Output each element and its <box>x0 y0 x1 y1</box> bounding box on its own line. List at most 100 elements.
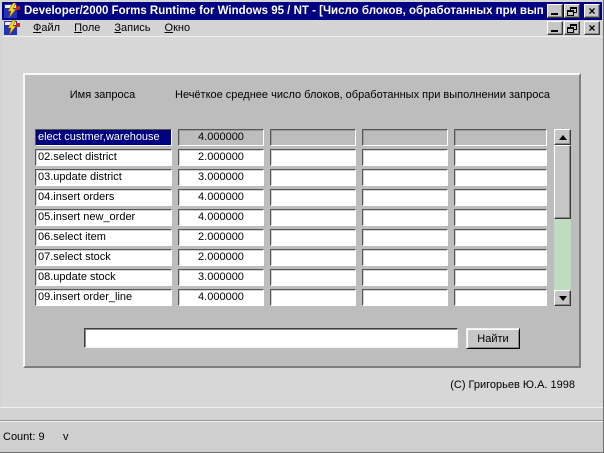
value-cell-1[interactable]: 4.000000 <box>178 289 264 306</box>
child-restore-button[interactable] <box>564 21 580 35</box>
form-canvas: Имя запроса Нечёткое среднее число блоко… <box>23 73 581 368</box>
fuzzy-average-header: Нечёткое среднее число блоков, обработан… <box>175 89 550 101</box>
query-name-cell[interactable]: 02.select district <box>35 149 172 166</box>
restore-icon <box>567 6 577 16</box>
value-cell-2[interactable] <box>270 209 356 226</box>
restore-button[interactable] <box>564 4 580 18</box>
menu-item-record-label: апись <box>121 22 151 34</box>
window-controls: × <box>547 4 600 18</box>
value-cell-2[interactable] <box>270 249 356 266</box>
value-cell-3[interactable] <box>362 129 448 146</box>
value-cell-1[interactable]: 4.000000 <box>178 209 264 226</box>
document-icon[interactable] <box>4 20 20 36</box>
message-line <box>0 407 603 421</box>
value-cell-3[interactable] <box>362 169 448 186</box>
value-cell-3[interactable] <box>362 289 448 306</box>
query-name-cell[interactable]: 05.insert new_order <box>35 209 172 226</box>
menu-item-record[interactable]: Запись <box>107 21 157 35</box>
value-cell-4[interactable] <box>454 229 547 246</box>
child-minimize-button[interactable] <box>547 21 563 35</box>
mdi-child-controls: × <box>547 21 600 35</box>
scrollbar-down-button[interactable] <box>554 290 571 306</box>
table-row: 02.select district 2.000000 <box>25 149 579 166</box>
table-row: 06.select item 2.000000 <box>25 229 579 246</box>
value-cell-1[interactable]: 2.000000 <box>178 249 264 266</box>
query-name-cell[interactable]: 03.update district <box>35 169 172 186</box>
value-cell-4[interactable] <box>454 289 547 306</box>
value-cell-3[interactable] <box>362 229 448 246</box>
restore-icon <box>567 23 577 33</box>
record-count-label: Count: 9 <box>3 431 45 443</box>
application-window: Developer/2000 Forms Runtime for Windows… <box>0 0 604 453</box>
value-cell-4[interactable] <box>454 209 547 226</box>
value-cell-1[interactable]: 3.000000 <box>178 169 264 186</box>
records-scrollbar[interactable] <box>554 129 571 306</box>
value-cell-4[interactable] <box>454 149 547 166</box>
value-cell-2[interactable] <box>270 129 356 146</box>
window-title: Developer/2000 Forms Runtime for Windows… <box>24 5 543 17</box>
value-cell-2[interactable] <box>270 149 356 166</box>
triangle-down-icon <box>558 295 567 301</box>
mdi-workspace: Имя запроса Нечёткое среднее число блоко… <box>2 36 602 407</box>
minimize-icon <box>551 13 558 15</box>
minimize-button[interactable] <box>547 4 563 18</box>
find-button[interactable]: Найти <box>466 328 520 349</box>
query-name-cell[interactable]: 06.select item <box>35 229 172 246</box>
menu-item-field[interactable]: Поле <box>67 21 107 35</box>
copyright-label: (С) Григорьев Ю.А. 1998 <box>450 379 575 391</box>
value-cell-1[interactable]: 4.000000 <box>178 129 264 146</box>
menu-item-file-label: айл <box>41 22 61 34</box>
query-name-cell[interactable]: elect custmer,warehouse <box>35 129 172 146</box>
scrollbar-thumb[interactable] <box>554 145 571 219</box>
menu-bar: Файл Поле Запись Окно × <box>2 20 602 36</box>
query-name-cell[interactable]: 04.insert orders <box>35 189 172 206</box>
app-icon <box>4 3 20 19</box>
table-row: 08.update stock 3.000000 <box>25 269 579 286</box>
menu-item-window[interactable]: Окно <box>158 21 198 35</box>
query-name-cell[interactable]: 07.select stock <box>35 249 172 266</box>
close-icon: × <box>588 21 596 35</box>
title-bar: Developer/2000 Forms Runtime for Windows… <box>2 2 602 20</box>
value-cell-2[interactable] <box>270 289 356 306</box>
menu-item-field-label: оле <box>81 22 101 34</box>
value-cell-2[interactable] <box>270 229 356 246</box>
triangle-up-icon <box>558 134 567 140</box>
value-cell-3[interactable] <box>362 149 448 166</box>
menu-item-window-label: кно <box>173 22 191 34</box>
query-name-cell[interactable]: 08.update stock <box>35 269 172 286</box>
table-row: elect custmer,warehouse 4.000000 <box>25 129 579 146</box>
value-cell-4[interactable] <box>454 269 547 286</box>
menu-item-file[interactable]: Файл <box>26 21 67 35</box>
menu-item-window-hotkey: О <box>164 22 174 34</box>
table-row: 03.update district 3.000000 <box>25 169 579 186</box>
close-icon: × <box>588 4 596 18</box>
minimize-icon <box>551 30 558 32</box>
query-name-header: Имя запроса <box>69 89 136 101</box>
value-cell-4[interactable] <box>454 249 547 266</box>
scrollbar-up-button[interactable] <box>554 129 571 145</box>
table-row: 05.insert new_order 4.000000 <box>25 209 579 226</box>
value-cell-2[interactable] <box>270 269 356 286</box>
table-row: 09.insert order_line 4.000000 <box>25 289 579 306</box>
menu-items: Файл Поле Запись Окно <box>26 21 543 35</box>
value-cell-1[interactable]: 4.000000 <box>178 189 264 206</box>
value-cell-4[interactable] <box>454 129 547 146</box>
value-cell-3[interactable] <box>362 209 448 226</box>
search-input[interactable] <box>84 328 458 348</box>
value-cell-3[interactable] <box>362 189 448 206</box>
value-cell-2[interactable] <box>270 189 356 206</box>
value-cell-3[interactable] <box>362 249 448 266</box>
value-cell-1[interactable]: 2.000000 <box>178 229 264 246</box>
query-name-cell[interactable]: 09.insert order_line <box>35 289 172 306</box>
menu-item-field-hotkey: П <box>74 22 82 34</box>
value-cell-3[interactable] <box>362 269 448 286</box>
value-cell-1[interactable]: 3.000000 <box>178 269 264 286</box>
value-cell-4[interactable] <box>454 189 547 206</box>
close-button[interactable]: × <box>584 4 600 18</box>
table-row: 04.insert orders 4.000000 <box>25 189 579 206</box>
status-bar: Count: 9 v <box>0 421 603 452</box>
child-close-button[interactable]: × <box>584 21 600 35</box>
value-cell-4[interactable] <box>454 169 547 186</box>
value-cell-2[interactable] <box>270 169 356 186</box>
value-cell-1[interactable]: 2.000000 <box>178 149 264 166</box>
